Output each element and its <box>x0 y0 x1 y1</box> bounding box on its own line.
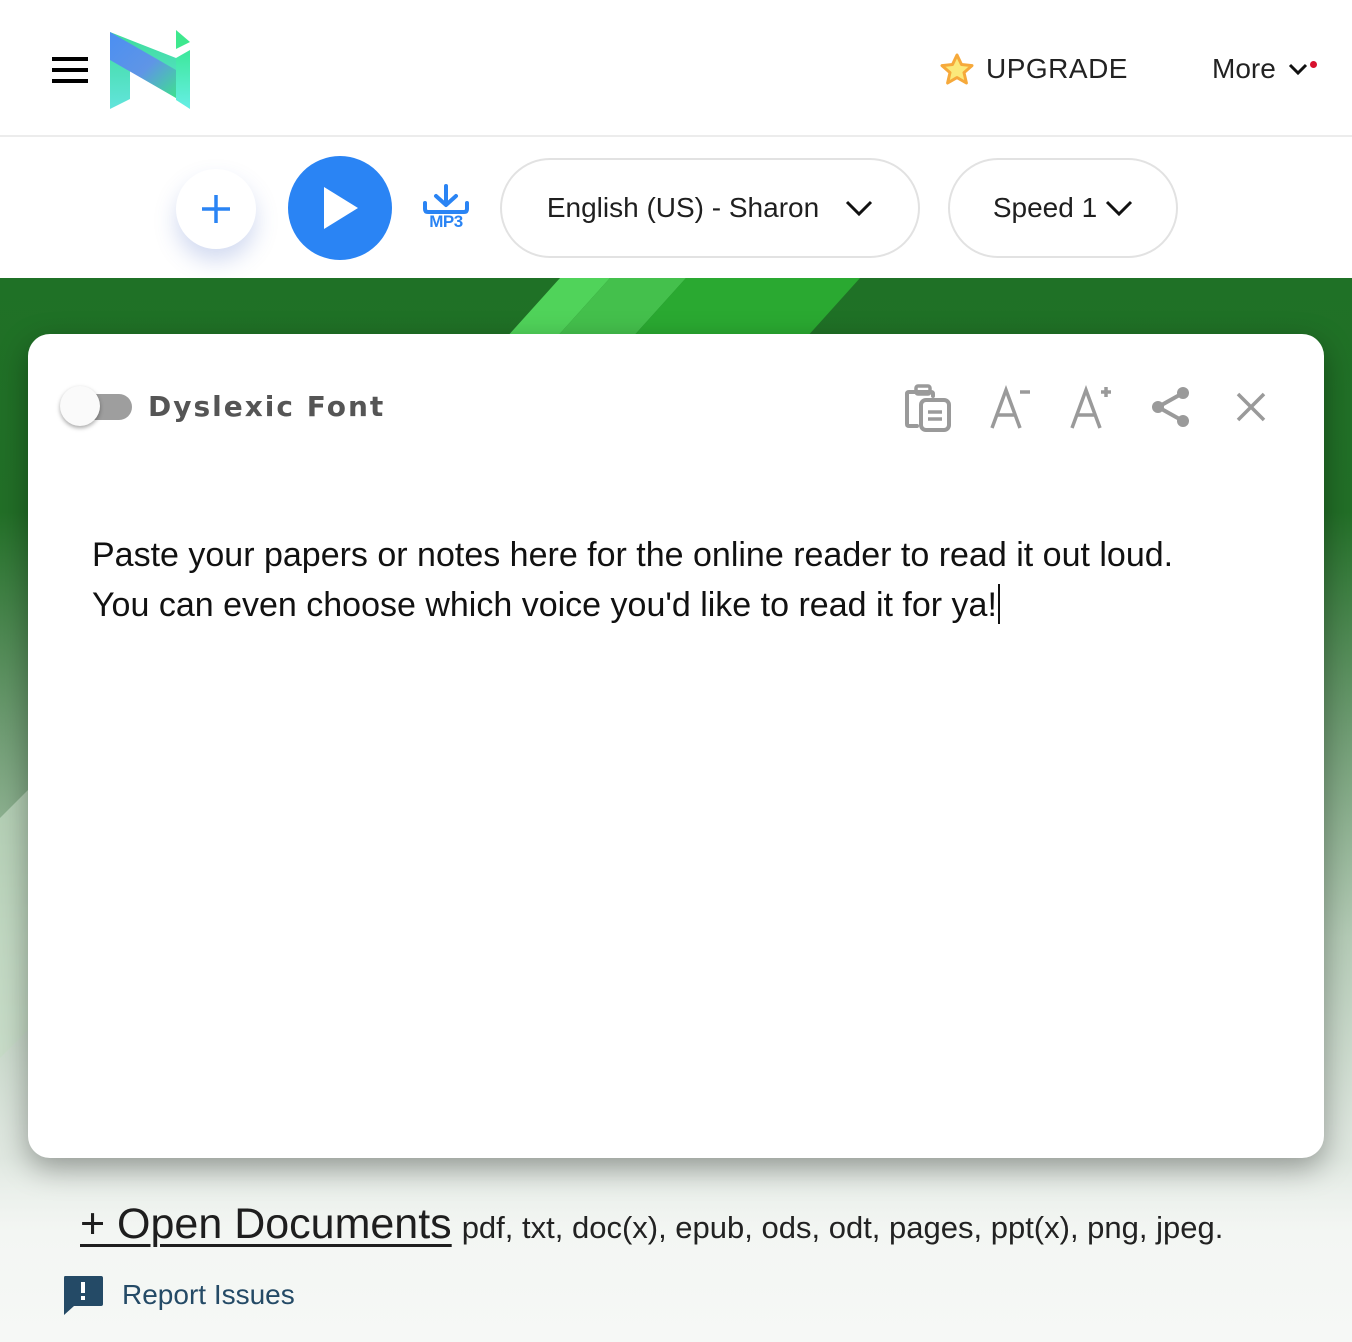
hamburger-icon <box>52 57 88 61</box>
clipboard-paste-icon <box>905 384 951 432</box>
editor-line: You can even choose which voice you'd li… <box>92 580 1272 630</box>
dyslexic-font-toggle[interactable] <box>60 386 132 426</box>
font-increase-icon <box>1070 384 1111 429</box>
upgrade-button[interactable]: UPGRADE <box>940 50 1128 88</box>
decrease-font-button[interactable] <box>986 382 1036 432</box>
play-button[interactable] <box>288 156 392 260</box>
open-documents-link[interactable]: + Open Documents <box>80 1200 452 1249</box>
chevron-down-icon <box>846 200 873 217</box>
editor-line: Paste your papers or notes here for the … <box>92 536 1174 574</box>
close-button[interactable] <box>1226 382 1276 432</box>
paste-button[interactable] <box>904 382 954 432</box>
notification-dot <box>1309 61 1317 68</box>
naturalreader-logo[interactable] <box>108 30 192 111</box>
voice-select-value: English (US) - Sharon <box>546 192 820 223</box>
more-label: More <box>1212 53 1276 84</box>
download-icon <box>423 184 469 214</box>
voice-select[interactable]: English (US) - Sharon <box>500 158 920 258</box>
chevron-down-icon <box>1106 200 1133 217</box>
hamburger-line <box>52 68 88 72</box>
dyslexic-font-label: Dyslexic Font <box>148 390 386 423</box>
report-issues-link[interactable]: Report Issues <box>62 1274 295 1316</box>
top-navbar: UPGRADE More <box>0 0 1352 137</box>
share-icon <box>1152 387 1189 427</box>
download-mp3-button[interactable]: MP3 <box>420 184 472 236</box>
toggle-knob <box>60 386 100 426</box>
font-decrease-icon <box>990 384 1030 429</box>
supported-file-types: pdf, txt, doc(x), epub, ods, odt, pages,… <box>461 1210 1224 1245</box>
speed-select[interactable]: Speed 1 <box>948 158 1178 258</box>
editor-line-text: You can even choose which voice you'd li… <box>92 586 997 624</box>
report-issue-icon <box>64 1276 103 1315</box>
upgrade-label: UPGRADE <box>986 53 1128 84</box>
more-menu-button[interactable]: More <box>1212 50 1317 88</box>
chevron-down-icon <box>1288 63 1307 76</box>
text-editor[interactable]: Paste your papers or notes here for the … <box>92 530 1272 1110</box>
close-icon <box>1236 392 1266 422</box>
plus-icon <box>202 195 230 223</box>
increase-font-button[interactable] <box>1066 382 1116 432</box>
mp3-label: MP3 <box>429 212 463 231</box>
open-documents-row: + Open Documents pdf, txt, doc(x), epub,… <box>80 1200 1223 1249</box>
share-button[interactable] <box>1146 382 1196 432</box>
text-caret <box>997 584 1000 624</box>
play-icon <box>324 187 358 229</box>
add-document-button[interactable] <box>176 169 256 249</box>
hamburger-menu-button[interactable] <box>52 57 88 83</box>
star-icon <box>940 53 974 85</box>
speed-select-value: Speed 1 <box>992 192 1098 223</box>
hamburger-line <box>52 79 88 83</box>
report-issues-label: Report Issues <box>122 1279 295 1310</box>
editor-card: Dyslexic Font Paste your papers or notes… <box>28 334 1324 1158</box>
